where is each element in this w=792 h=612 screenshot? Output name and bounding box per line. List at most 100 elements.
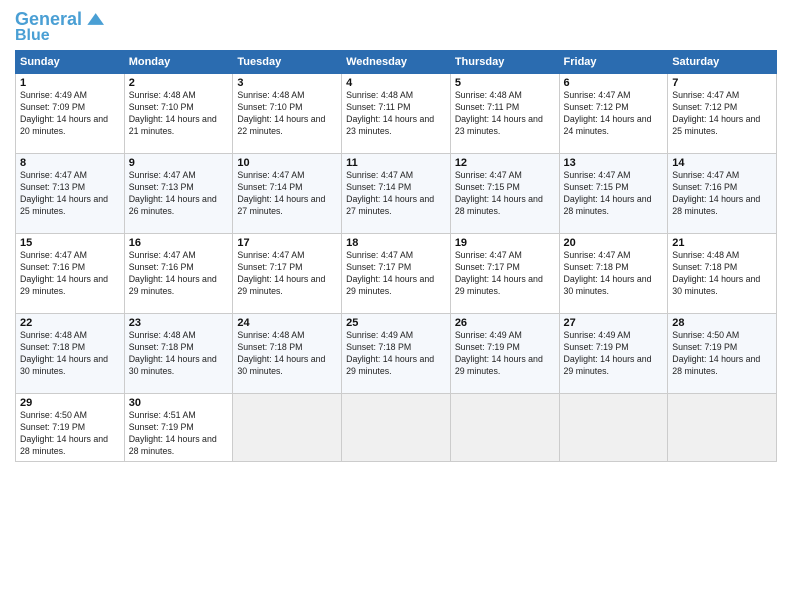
day-number: 13 (564, 157, 664, 169)
day-number: 17 (237, 237, 337, 249)
day-number: 4 (346, 77, 446, 89)
calendar-cell: 29 Sunrise: 4:50 AMSunset: 7:19 PMDaylig… (16, 394, 125, 462)
day-info: Sunrise: 4:47 AMSunset: 7:12 PMDaylight:… (672, 90, 760, 136)
calendar-cell: 12 Sunrise: 4:47 AMSunset: 7:15 PMDaylig… (450, 154, 559, 234)
day-info: Sunrise: 4:47 AMSunset: 7:12 PMDaylight:… (564, 90, 652, 136)
calendar-cell: 3 Sunrise: 4:48 AMSunset: 7:10 PMDayligh… (233, 74, 342, 154)
day-info: Sunrise: 4:47 AMSunset: 7:14 PMDaylight:… (237, 170, 325, 216)
day-number: 24 (237, 317, 337, 329)
calendar-cell: 21 Sunrise: 4:48 AMSunset: 7:18 PMDaylig… (668, 234, 777, 314)
day-number: 15 (20, 237, 120, 249)
calendar-cell: 27 Sunrise: 4:49 AMSunset: 7:19 PMDaylig… (559, 314, 668, 394)
day-number: 1 (20, 77, 120, 89)
logo-blue: Blue (15, 28, 50, 44)
day-number: 16 (129, 237, 229, 249)
calendar-cell: 16 Sunrise: 4:47 AMSunset: 7:16 PMDaylig… (124, 234, 233, 314)
day-number: 7 (672, 77, 772, 89)
day-number: 27 (564, 317, 664, 329)
calendar-cell: 14 Sunrise: 4:47 AMSunset: 7:16 PMDaylig… (668, 154, 777, 234)
calendar-cell: 25 Sunrise: 4:49 AMSunset: 7:18 PMDaylig… (342, 314, 451, 394)
day-info: Sunrise: 4:47 AMSunset: 7:15 PMDaylight:… (455, 170, 543, 216)
day-number: 21 (672, 237, 772, 249)
calendar-cell: 1 Sunrise: 4:49 AMSunset: 7:09 PMDayligh… (16, 74, 125, 154)
day-info: Sunrise: 4:51 AMSunset: 7:19 PMDaylight:… (129, 410, 217, 456)
day-info: Sunrise: 4:47 AMSunset: 7:14 PMDaylight:… (346, 170, 434, 216)
day-number: 25 (346, 317, 446, 329)
calendar-cell: 22 Sunrise: 4:48 AMSunset: 7:18 PMDaylig… (16, 314, 125, 394)
day-info: Sunrise: 4:48 AMSunset: 7:18 PMDaylight:… (129, 330, 217, 376)
calendar-cell (559, 394, 668, 462)
calendar-cell (342, 394, 451, 462)
calendar-cell: 17 Sunrise: 4:47 AMSunset: 7:17 PMDaylig… (233, 234, 342, 314)
day-number: 8 (20, 157, 120, 169)
day-number: 23 (129, 317, 229, 329)
calendar-cell: 23 Sunrise: 4:48 AMSunset: 7:18 PMDaylig… (124, 314, 233, 394)
calendar-cell (233, 394, 342, 462)
calendar-cell: 18 Sunrise: 4:47 AMSunset: 7:17 PMDaylig… (342, 234, 451, 314)
day-info: Sunrise: 4:47 AMSunset: 7:17 PMDaylight:… (346, 250, 434, 296)
calendar-week-1: 1 Sunrise: 4:49 AMSunset: 7:09 PMDayligh… (16, 74, 777, 154)
calendar-cell: 20 Sunrise: 4:47 AMSunset: 7:18 PMDaylig… (559, 234, 668, 314)
day-info: Sunrise: 4:48 AMSunset: 7:10 PMDaylight:… (237, 90, 325, 136)
day-number: 26 (455, 317, 555, 329)
logo-text: General (15, 10, 82, 28)
calendar-cell: 26 Sunrise: 4:49 AMSunset: 7:19 PMDaylig… (450, 314, 559, 394)
day-info: Sunrise: 4:47 AMSunset: 7:15 PMDaylight:… (564, 170, 652, 216)
day-info: Sunrise: 4:48 AMSunset: 7:11 PMDaylight:… (346, 90, 434, 136)
col-header-tuesday: Tuesday (233, 51, 342, 74)
day-number: 14 (672, 157, 772, 169)
day-info: Sunrise: 4:47 AMSunset: 7:16 PMDaylight:… (20, 250, 108, 296)
calendar-cell: 19 Sunrise: 4:47 AMSunset: 7:17 PMDaylig… (450, 234, 559, 314)
calendar-cell: 5 Sunrise: 4:48 AMSunset: 7:11 PMDayligh… (450, 74, 559, 154)
calendar-cell: 10 Sunrise: 4:47 AMSunset: 7:14 PMDaylig… (233, 154, 342, 234)
calendar-week-5: 29 Sunrise: 4:50 AMSunset: 7:19 PMDaylig… (16, 394, 777, 462)
day-number: 11 (346, 157, 446, 169)
day-info: Sunrise: 4:48 AMSunset: 7:18 PMDaylight:… (672, 250, 760, 296)
col-header-sunday: Sunday (16, 51, 125, 74)
day-number: 9 (129, 157, 229, 169)
day-number: 30 (129, 397, 229, 409)
day-info: Sunrise: 4:50 AMSunset: 7:19 PMDaylight:… (672, 330, 760, 376)
day-info: Sunrise: 4:47 AMSunset: 7:13 PMDaylight:… (129, 170, 217, 216)
day-number: 18 (346, 237, 446, 249)
calendar-header-row: SundayMondayTuesdayWednesdayThursdayFrid… (16, 51, 777, 74)
day-number: 3 (237, 77, 337, 89)
day-info: Sunrise: 4:49 AMSunset: 7:18 PMDaylight:… (346, 330, 434, 376)
day-number: 2 (129, 77, 229, 89)
logo: General Blue (15, 10, 104, 44)
page: General Blue SundayMondayTuesdayWednesda… (0, 0, 792, 612)
day-info: Sunrise: 4:48 AMSunset: 7:18 PMDaylight:… (20, 330, 108, 376)
day-number: 5 (455, 77, 555, 89)
calendar-cell: 13 Sunrise: 4:47 AMSunset: 7:15 PMDaylig… (559, 154, 668, 234)
day-number: 12 (455, 157, 555, 169)
calendar-cell: 7 Sunrise: 4:47 AMSunset: 7:12 PMDayligh… (668, 74, 777, 154)
day-number: 19 (455, 237, 555, 249)
day-info: Sunrise: 4:50 AMSunset: 7:19 PMDaylight:… (20, 410, 108, 456)
col-header-wednesday: Wednesday (342, 51, 451, 74)
calendar-cell: 6 Sunrise: 4:47 AMSunset: 7:12 PMDayligh… (559, 74, 668, 154)
day-number: 10 (237, 157, 337, 169)
calendar-cell (450, 394, 559, 462)
logo-icon (84, 13, 104, 25)
calendar-cell: 9 Sunrise: 4:47 AMSunset: 7:13 PMDayligh… (124, 154, 233, 234)
calendar-week-4: 22 Sunrise: 4:48 AMSunset: 7:18 PMDaylig… (16, 314, 777, 394)
day-number: 28 (672, 317, 772, 329)
day-info: Sunrise: 4:47 AMSunset: 7:18 PMDaylight:… (564, 250, 652, 296)
calendar-week-2: 8 Sunrise: 4:47 AMSunset: 7:13 PMDayligh… (16, 154, 777, 234)
day-info: Sunrise: 4:47 AMSunset: 7:17 PMDaylight:… (237, 250, 325, 296)
day-info: Sunrise: 4:47 AMSunset: 7:17 PMDaylight:… (455, 250, 543, 296)
day-info: Sunrise: 4:49 AMSunset: 7:09 PMDaylight:… (20, 90, 108, 136)
day-info: Sunrise: 4:47 AMSunset: 7:13 PMDaylight:… (20, 170, 108, 216)
calendar-cell: 28 Sunrise: 4:50 AMSunset: 7:19 PMDaylig… (668, 314, 777, 394)
calendar-cell: 4 Sunrise: 4:48 AMSunset: 7:11 PMDayligh… (342, 74, 451, 154)
day-info: Sunrise: 4:47 AMSunset: 7:16 PMDaylight:… (129, 250, 217, 296)
col-header-saturday: Saturday (668, 51, 777, 74)
calendar-cell: 30 Sunrise: 4:51 AMSunset: 7:19 PMDaylig… (124, 394, 233, 462)
col-header-monday: Monday (124, 51, 233, 74)
calendar-cell: 15 Sunrise: 4:47 AMSunset: 7:16 PMDaylig… (16, 234, 125, 314)
day-info: Sunrise: 4:48 AMSunset: 7:18 PMDaylight:… (237, 330, 325, 376)
day-info: Sunrise: 4:47 AMSunset: 7:16 PMDaylight:… (672, 170, 760, 216)
day-info: Sunrise: 4:48 AMSunset: 7:11 PMDaylight:… (455, 90, 543, 136)
header: General Blue (15, 10, 777, 44)
day-info: Sunrise: 4:49 AMSunset: 7:19 PMDaylight:… (455, 330, 543, 376)
